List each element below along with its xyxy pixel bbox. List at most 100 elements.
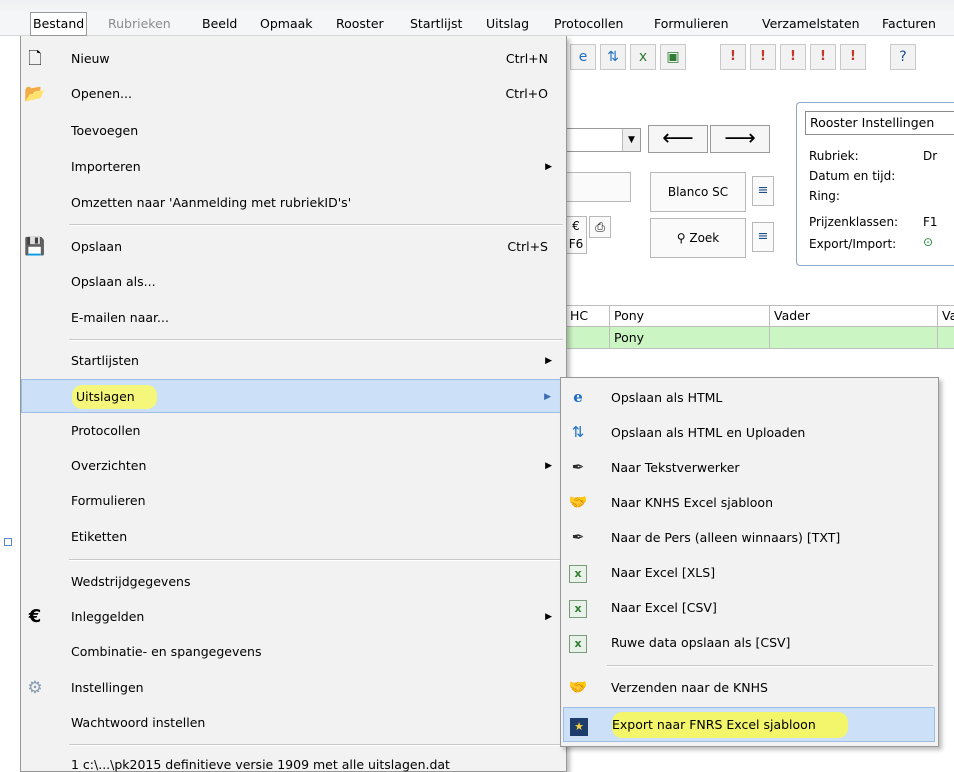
menu-item-label: Omzetten naar 'Aanmelding met rubriekID'…	[71, 195, 352, 210]
table-cell	[938, 327, 954, 348]
rooster-instellingen-panel: Rooster Instellingen Rubriek: Dr Datum e…	[796, 102, 954, 266]
next-arrow-button[interactable]: ⟶	[710, 125, 770, 153]
prijzenklassen-label: Prijzenklassen:	[809, 215, 899, 229]
zoek-button[interactable]: ⚲ Zoek	[650, 218, 746, 258]
menu-item-formulieren[interactable]: Formulieren	[21, 484, 566, 518]
submenu-item-ruwe-data[interactable]: x Ruwe data opslaan als [CSV]	[563, 625, 935, 660]
rooster-instellingen-button[interactable]: Rooster Instellingen	[805, 111, 954, 135]
submenu-item-knhs-excel[interactable]: 🤝 Naar KNHS Excel sjabloon	[563, 485, 935, 520]
menu-item-label: Overzichten	[71, 458, 147, 473]
previous-arrow-button[interactable]: ⟵	[648, 125, 708, 153]
submenu-item-pers[interactable]: ✒ Naar de Pers (alleen winnaars) [TXT]	[563, 520, 935, 555]
sort-down-icon[interactable]: ≡	[752, 222, 774, 252]
menu-item-wedstrijdgegevens[interactable]: Wedstrijdgegevens	[21, 565, 566, 599]
menu-item-openen[interactable]: 📂 Openen... Ctrl+O	[21, 77, 566, 111]
menu-item-label: Etiketten	[71, 529, 128, 544]
menu-item-opslaan-als[interactable]: Opslaan als...	[21, 265, 566, 299]
toolbar-html-icon[interactable]: e	[570, 44, 596, 70]
menu-item-opslaan[interactable]: 💾 Opslaan Ctrl+S	[21, 230, 566, 264]
fnrs-icon: ★	[568, 714, 590, 736]
euro-icon: €	[28, 606, 42, 627]
menu-item-label: 1 c:\...\pk2015 definitieve versie 1909 …	[71, 757, 450, 772]
menu-beeld[interactable]: Beeld	[200, 13, 239, 35]
menu-uitslag[interactable]: Uitslag	[484, 13, 531, 35]
table-cell	[770, 327, 938, 348]
column-header-va[interactable]: Va	[938, 306, 954, 326]
toolbar-sort2-icon[interactable]: !	[750, 44, 776, 70]
menu-item-label: Instellingen	[71, 680, 144, 695]
menu-item-etiketten[interactable]: Etiketten	[21, 520, 566, 554]
table-cell: Pony	[610, 327, 770, 348]
upload-icon: ⇅	[571, 423, 585, 441]
menu-item-uitslagen[interactable]: Uitslagen ▶	[21, 379, 566, 413]
menu-item-toevoegen[interactable]: Toevoegen	[21, 114, 566, 148]
menu-facturen[interactable]: Facturen	[880, 13, 938, 35]
menu-rooster[interactable]: Rooster	[334, 13, 386, 35]
menu-separator	[69, 224, 563, 226]
open-folder-icon: 📂	[24, 84, 46, 104]
blanco-sc-button[interactable]: Blanco SC	[650, 172, 746, 212]
toolbar-sort3-icon[interactable]: !	[780, 44, 806, 70]
print-icon[interactable]: ⎙	[589, 216, 611, 238]
column-header-vader[interactable]: Vader	[770, 306, 938, 326]
internet-explorer-icon: e	[573, 388, 583, 406]
menu-item-instellingen[interactable]: ⚙ Instellingen	[21, 671, 566, 705]
submenu-item-label: Naar Tekstverwerker	[611, 460, 740, 475]
menu-startlijst[interactable]: Startlijst	[408, 13, 464, 35]
menu-formulieren[interactable]: Formulieren	[652, 13, 731, 35]
menu-item-importeren[interactable]: Importeren ▶	[21, 150, 566, 184]
menu-item-startlijsten[interactable]: Startlijsten ▶	[21, 344, 566, 378]
menu-item-inleggelden[interactable]: € Inleggelden ▶	[21, 600, 566, 634]
toolbar-help-icon[interactable]: ?	[890, 44, 916, 70]
rubriek-combobox[interactable]: ▼	[565, 128, 641, 152]
menu-item-nieuw[interactable]: 🗋 Nieuw Ctrl+N	[21, 42, 566, 76]
submenu-item-opslaan-html-uploaden[interactable]: ⇅ Opslaan als HTML en Uploaden	[563, 415, 935, 450]
chevron-down-icon[interactable]: ▼	[622, 129, 640, 151]
submenu-item-excel-xls[interactable]: x Naar Excel [XLS]	[563, 555, 935, 590]
toolbar-excel-icon[interactable]: x	[630, 44, 656, 70]
menu-item-overzichten[interactable]: Overzichten ▶	[21, 449, 566, 483]
submenu-arrow-icon: ▶	[545, 612, 552, 622]
toolbar-upload-icon[interactable]: ⇅	[600, 44, 626, 70]
submenu-item-fnrs-export[interactable]: ★ Export naar FNRS Excel sjabloon	[563, 707, 935, 742]
pen-icon: ✒	[571, 458, 585, 476]
menu-item-emailen[interactable]: E-mailen naar...	[21, 301, 566, 335]
menu-separator	[69, 744, 563, 746]
menu-item-combinatie[interactable]: Combinatie- en spangegevens	[21, 635, 566, 669]
euro-button[interactable]: € F6	[565, 216, 587, 254]
sort-up-icon[interactable]: ≡	[752, 176, 774, 206]
datum-label: Datum en tijd:	[809, 169, 896, 183]
toolbar-sort4-icon[interactable]: !	[810, 44, 836, 70]
toolbar-monitor-icon[interactable]: ▣	[660, 44, 686, 70]
menu-bestand[interactable]: Bestand	[30, 12, 88, 36]
pen-icon: ✒	[571, 528, 585, 546]
menu-opmaak[interactable]: Opmaak	[258, 13, 315, 35]
table-row[interactable]: Pony	[566, 327, 954, 349]
submenu-item-verzenden-knhs[interactable]: 🤝 Verzenden naar de KNHS	[563, 670, 935, 705]
menu-item-label: Nieuw	[71, 51, 110, 66]
menu-item-wachtwoord[interactable]: Wachtwoord instellen	[21, 706, 566, 740]
resize-handle[interactable]	[4, 538, 12, 546]
menu-item-label: E-mailen naar...	[71, 310, 169, 325]
menu-item-label: Startlijsten	[71, 353, 139, 368]
menu-protocollen[interactable]: Protocollen	[552, 13, 625, 35]
column-header-hc[interactable]: HC	[566, 306, 610, 326]
menu-verzamelstaten[interactable]: Verzamelstaten	[760, 13, 862, 35]
radio-option-button[interactable]	[565, 172, 631, 202]
export-import-radio[interactable]: ⊙	[923, 235, 933, 249]
menu-item-recent-file[interactable]: 1 c:\...\pk2015 definitieve versie 1909 …	[21, 748, 566, 772]
submenu-item-label: Naar Excel [XLS]	[611, 565, 716, 580]
column-header-pony[interactable]: Pony	[610, 306, 770, 326]
menu-item-omzetten[interactable]: Omzetten naar 'Aanmelding met rubriekID'…	[21, 186, 566, 220]
submenu-item-excel-csv[interactable]: x Naar Excel [CSV]	[563, 590, 935, 625]
title-strip	[0, 0, 954, 13]
submenu-item-opslaan-html[interactable]: e Opslaan als HTML	[563, 380, 935, 415]
menu-item-label: Toevoegen	[71, 123, 139, 138]
submenu-item-tekstverwerker[interactable]: ✒ Naar Tekstverwerker	[563, 450, 935, 485]
menu-separator	[69, 559, 563, 561]
toolbar-sort1-icon[interactable]: !	[720, 44, 746, 70]
menu-item-protocollen[interactable]: Protocollen	[21, 414, 566, 448]
submenu-arrow-icon: ▶	[545, 162, 552, 172]
toolbar-sort5-icon[interactable]: !	[840, 44, 866, 70]
excel-icon: x	[567, 561, 589, 583]
